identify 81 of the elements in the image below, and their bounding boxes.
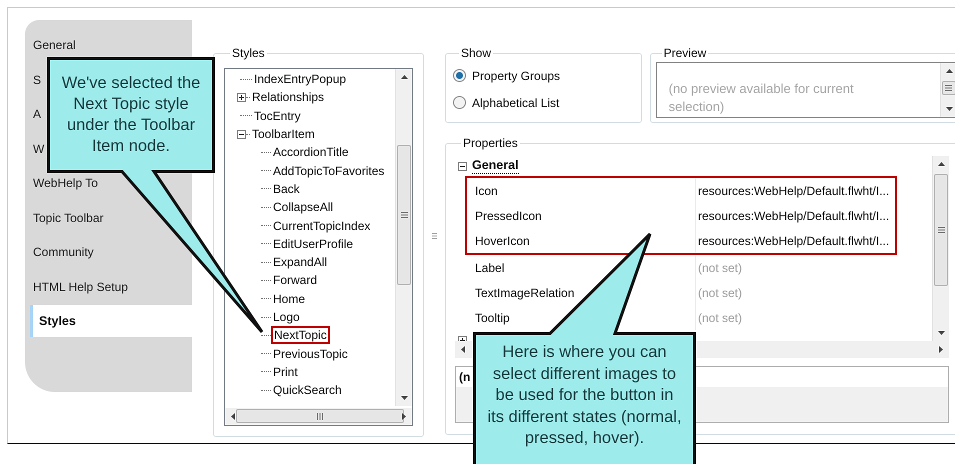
grip-icon	[400, 212, 408, 218]
tree-item[interactable]: QuickSearch	[272, 382, 343, 398]
nav-tab[interactable]: W	[33, 140, 44, 158]
callout-text: We've selected the Next Topic style under the Toolbar Item node.	[60, 73, 202, 157]
tree-item[interactable]: AddTopicToFavorites	[272, 162, 386, 179]
scroll-right-icon[interactable]	[402, 413, 406, 420]
property-row[interactable]: Label (not set)	[455, 255, 932, 280]
vertical-scrollbar[interactable]	[940, 63, 955, 117]
scrollbar-thumb[interactable]	[236, 409, 404, 423]
radio-button[interactable]	[453, 69, 466, 82]
property-value[interactable]: resources:WebHelp/Default.flwht/I...	[698, 182, 890, 200]
nav-tab[interactable]: S	[33, 70, 42, 89]
tree-item[interactable]: TocEntry	[253, 108, 302, 124]
scroll-down-icon[interactable]	[946, 107, 953, 111]
tree-item[interactable]: Back	[272, 180, 301, 197]
expand-icon[interactable]	[237, 92, 246, 102]
radio-label[interactable]: Alphabetical List	[472, 94, 560, 112]
property-name[interactable]: HoverIcon	[475, 232, 530, 250]
callout-text: Here is where you can select different images to be used for the button in its different states (normal, pressed, hover).	[486, 342, 683, 449]
preview-message: (no preview available for current selection)	[668, 80, 855, 116]
nav-tab[interactable]: Topic Toolbar	[33, 208, 104, 227]
property-value[interactable]: resources:WebHelp/Default.flwht/I...	[698, 232, 890, 250]
property-row[interactable]: PressedIcon resources:WebHelp/Default.flwht/I...	[467, 203, 895, 228]
vertical-scrollbar[interactable]	[932, 156, 949, 341]
grip-icon	[317, 412, 323, 420]
tree-item[interactable]: Forward	[272, 272, 318, 288]
scrollbar-thumb[interactable]	[397, 145, 411, 285]
tree-item[interactable]: CurrentTopicIndex	[272, 218, 372, 234]
collapse-icon[interactable]	[458, 162, 467, 170]
tree-item[interactable]: IndexEntryPopup	[253, 71, 348, 88]
tree-item[interactable]: PreviousTopic	[272, 346, 349, 362]
collapse-icon[interactable]	[237, 130, 246, 139]
horizontal-scrollbar[interactable]	[225, 408, 412, 425]
tree-item[interactable]: Logo	[272, 309, 301, 325]
property-row[interactable]: Icon resources:WebHelp/Default.flwht/I...	[467, 178, 895, 203]
property-row[interactable]: HoverIcon resources:WebHelp/Default.flwht/I...	[467, 228, 895, 253]
tree-item[interactable]: ToolbarItem	[251, 126, 316, 142]
tree-view[interactable]	[224, 68, 413, 426]
tree-item[interactable]: Print	[272, 364, 299, 380]
group-title: Preview	[662, 45, 708, 62]
scroll-up-icon[interactable]	[401, 75, 408, 79]
property-row[interactable]: TextImageRelation (not set)	[455, 280, 932, 305]
grip-icon	[938, 227, 944, 233]
scroll-up-icon[interactable]	[946, 69, 953, 73]
group-title: Properties	[462, 135, 519, 152]
property-value[interactable]: resources:WebHelp/Default.flwht/I...	[698, 206, 890, 224]
tree-item[interactable]: NextTopic	[272, 327, 329, 344]
group-title: Styles	[231, 45, 266, 62]
scrollbar-thumb[interactable]	[934, 174, 948, 286]
category-header: General	[472, 158, 519, 174]
tree-item[interactable]: CollapseAll	[272, 199, 334, 216]
nav-tab[interactable]: Community	[33, 243, 94, 262]
nav-tab[interactable]: General	[33, 36, 76, 54]
scroll-right-icon[interactable]	[939, 346, 943, 353]
grip-icon	[945, 85, 952, 91]
nav-tab[interactable]: A	[33, 105, 42, 124]
scrollbar-thumb[interactable]	[942, 81, 955, 95]
description-title: (n	[459, 369, 470, 386]
property-row[interactable]: Tooltip (not set)	[455, 305, 932, 330]
tree-item[interactable]: Relationships	[251, 89, 326, 106]
scroll-down-icon[interactable]	[938, 331, 945, 335]
vertical-scrollbar[interactable]	[395, 69, 412, 406]
group-title: Show	[460, 45, 492, 62]
scroll-down-icon[interactable]	[401, 396, 408, 400]
property-name[interactable]: Label	[475, 258, 504, 276]
property-name[interactable]: Tooltip	[475, 308, 510, 326]
nav-tab[interactable]: Styles	[30, 305, 192, 337]
radio-label[interactable]: Property Groups	[472, 66, 560, 84]
tree-item[interactable]: ExpandAll	[272, 254, 328, 270]
tree-item[interactable]: AccordionTitle	[272, 144, 350, 160]
property-name[interactable]: PressedIcon	[475, 206, 542, 224]
nav-tab[interactable]: HTML Help Setup	[33, 278, 128, 296]
scroll-left-icon[interactable]	[461, 346, 465, 353]
tree-item[interactable]: Home	[272, 290, 306, 307]
tree-item[interactable]: EditUserProfile	[272, 236, 354, 252]
property-name[interactable]: Icon	[475, 182, 498, 200]
splitter-grip-icon[interactable]	[432, 232, 437, 238]
property-name[interactable]: TextImageRelation	[475, 284, 574, 302]
nav-tab[interactable]: WebHelp To	[33, 174, 98, 192]
scroll-up-icon[interactable]	[938, 162, 945, 166]
radio-button[interactable]	[453, 96, 466, 109]
